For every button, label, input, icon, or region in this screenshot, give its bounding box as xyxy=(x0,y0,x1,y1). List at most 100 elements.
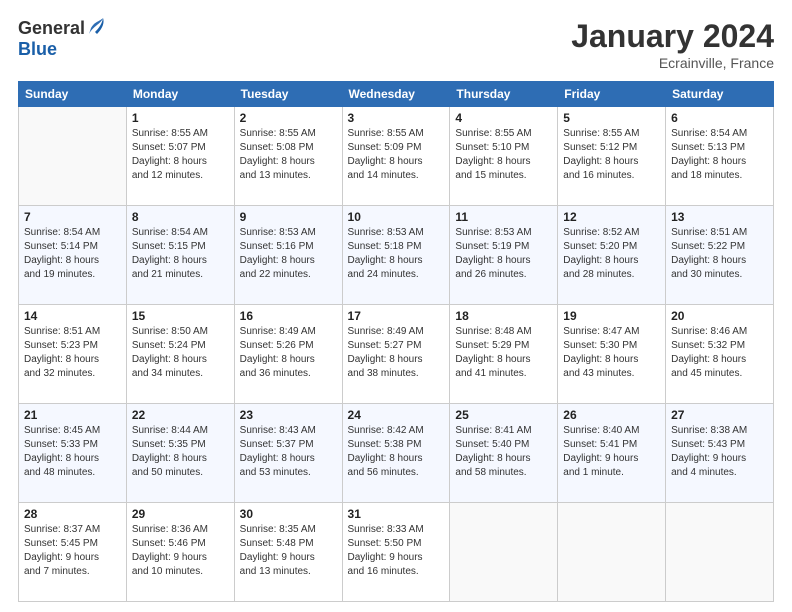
weekday-header-monday: Monday xyxy=(126,82,234,107)
calendar-cell: 21 Sunrise: 8:45 AM Sunset: 5:33 PM Dayli… xyxy=(19,404,127,503)
day-info: Sunrise: 8:51 AM Sunset: 5:22 PM Dayligh… xyxy=(671,227,747,280)
day-info: Sunrise: 8:54 AM Sunset: 5:14 PM Dayligh… xyxy=(24,227,100,280)
calendar-cell: 30Sunrise: 8:35 AM Sunset: 5:48 PM Dayli… xyxy=(234,503,342,602)
week-row-5: 28Sunrise: 8:37 AM Sunset: 5:45 PM Dayli… xyxy=(19,503,774,602)
calendar-cell: 12 Sunrise: 8:52 AM Sunset: 5:20 PM Dayli… xyxy=(558,206,666,305)
weekday-header-wednesday: Wednesday xyxy=(342,82,450,107)
logo-general-text: General xyxy=(18,19,85,39)
calendar-cell: 3 Sunrise: 8:55 AM Sunset: 5:09 PM Daylig… xyxy=(342,107,450,206)
day-number: 3 xyxy=(348,111,445,125)
day-number: 15 xyxy=(132,309,229,323)
calendar-cell: 16Sunrise: 8:49 AM Sunset: 5:26 PM Dayli… xyxy=(234,305,342,404)
day-info: Sunrise: 8:51 AM Sunset: 5:23 PM Dayligh… xyxy=(24,326,100,379)
day-number: 20 xyxy=(671,309,768,323)
calendar-cell: 8 Sunrise: 8:54 AM Sunset: 5:15 PM Daylig… xyxy=(126,206,234,305)
calendar-cell: 31 Sunrise: 8:33 AM Sunset: 5:50 PM Dayli… xyxy=(342,503,450,602)
day-info: Sunrise: 8:49 AM Sunset: 5:26 PM Dayligh… xyxy=(240,326,316,379)
day-number: 13 xyxy=(671,210,768,224)
month-title: January 2024 xyxy=(571,18,774,55)
week-row-4: 21 Sunrise: 8:45 AM Sunset: 5:33 PM Dayli… xyxy=(19,404,774,503)
day-number: 31 xyxy=(348,507,445,521)
header: General Blue January 2024 Ecrainville, F… xyxy=(18,18,774,71)
calendar-cell: 20 Sunrise: 8:46 AM Sunset: 5:32 PM Dayli… xyxy=(666,305,774,404)
day-info: Sunrise: 8:38 AM Sunset: 5:43 PM Dayligh… xyxy=(671,425,747,478)
calendar-cell: 23 Sunrise: 8:43 AM Sunset: 5:37 PM Dayli… xyxy=(234,404,342,503)
day-number: 4 xyxy=(455,111,552,125)
logo-bird-icon xyxy=(87,16,105,38)
day-number: 17 xyxy=(348,309,445,323)
weekday-header-sunday: Sunday xyxy=(19,82,127,107)
week-row-1: 1 Sunrise: 8:55 AM Sunset: 5:07 PM Daylig… xyxy=(19,107,774,206)
day-info: Sunrise: 8:55 AM Sunset: 5:07 PM Dayligh… xyxy=(132,128,208,181)
day-info: Sunrise: 8:44 AM Sunset: 5:35 PM Dayligh… xyxy=(132,425,208,478)
day-number: 7 xyxy=(24,210,121,224)
title-area: January 2024 Ecrainville, France xyxy=(571,18,774,71)
day-number: 9 xyxy=(240,210,337,224)
day-number: 29 xyxy=(132,507,229,521)
calendar-cell: 5Sunrise: 8:55 AM Sunset: 5:12 PM Daylig… xyxy=(558,107,666,206)
location: Ecrainville, France xyxy=(571,55,774,71)
day-info: Sunrise: 8:55 AM Sunset: 5:09 PM Dayligh… xyxy=(348,128,424,181)
day-number: 23 xyxy=(240,408,337,422)
calendar-cell xyxy=(666,503,774,602)
day-number: 2 xyxy=(240,111,337,125)
logo: General Blue xyxy=(18,18,105,60)
calendar-cell: 26 Sunrise: 8:40 AM Sunset: 5:41 PM Dayli… xyxy=(558,404,666,503)
calendar-cell xyxy=(450,503,558,602)
day-info: Sunrise: 8:54 AM Sunset: 5:15 PM Dayligh… xyxy=(132,227,208,280)
calendar-cell: 14 Sunrise: 8:51 AM Sunset: 5:23 PM Dayli… xyxy=(19,305,127,404)
day-number: 27 xyxy=(671,408,768,422)
calendar-cell: 25 Sunrise: 8:41 AM Sunset: 5:40 PM Dayli… xyxy=(450,404,558,503)
calendar-cell: 13 Sunrise: 8:51 AM Sunset: 5:22 PM Dayli… xyxy=(666,206,774,305)
day-info: Sunrise: 8:54 AM Sunset: 5:13 PM Dayligh… xyxy=(671,128,747,181)
calendar-cell: 1 Sunrise: 8:55 AM Sunset: 5:07 PM Daylig… xyxy=(126,107,234,206)
calendar-cell: 28Sunrise: 8:37 AM Sunset: 5:45 PM Dayli… xyxy=(19,503,127,602)
day-number: 24 xyxy=(348,408,445,422)
day-number: 18 xyxy=(455,309,552,323)
day-number: 21 xyxy=(24,408,121,422)
day-number: 8 xyxy=(132,210,229,224)
calendar-cell xyxy=(558,503,666,602)
day-number: 30 xyxy=(240,507,337,521)
day-number: 10 xyxy=(348,210,445,224)
day-info: Sunrise: 8:45 AM Sunset: 5:33 PM Dayligh… xyxy=(24,425,100,478)
day-info: Sunrise: 8:33 AM Sunset: 5:50 PM Dayligh… xyxy=(348,524,424,577)
day-info: Sunrise: 8:55 AM Sunset: 5:08 PM Dayligh… xyxy=(240,128,316,181)
day-number: 26 xyxy=(563,408,660,422)
calendar-cell: 2 Sunrise: 8:55 AM Sunset: 5:08 PM Daylig… xyxy=(234,107,342,206)
day-info: Sunrise: 8:49 AM Sunset: 5:27 PM Dayligh… xyxy=(348,326,424,379)
weekday-header-row: SundayMondayTuesdayWednesdayThursdayFrid… xyxy=(19,82,774,107)
calendar-cell: 4 Sunrise: 8:55 AM Sunset: 5:10 PM Daylig… xyxy=(450,107,558,206)
day-info: Sunrise: 8:40 AM Sunset: 5:41 PM Dayligh… xyxy=(563,425,639,478)
calendar-cell xyxy=(19,107,127,206)
day-number: 14 xyxy=(24,309,121,323)
calendar-cell: 19 Sunrise: 8:47 AM Sunset: 5:30 PM Dayli… xyxy=(558,305,666,404)
weekday-header-saturday: Saturday xyxy=(666,82,774,107)
day-number: 19 xyxy=(563,309,660,323)
week-row-2: 7 Sunrise: 8:54 AM Sunset: 5:14 PM Daylig… xyxy=(19,206,774,305)
day-number: 1 xyxy=(132,111,229,125)
calendar-cell: 29 Sunrise: 8:36 AM Sunset: 5:46 PM Dayli… xyxy=(126,503,234,602)
day-info: Sunrise: 8:46 AM Sunset: 5:32 PM Dayligh… xyxy=(671,326,747,379)
weekday-header-friday: Friday xyxy=(558,82,666,107)
day-info: Sunrise: 8:42 AM Sunset: 5:38 PM Dayligh… xyxy=(348,425,424,478)
day-info: Sunrise: 8:52 AM Sunset: 5:20 PM Dayligh… xyxy=(563,227,639,280)
day-number: 11 xyxy=(455,210,552,224)
logo-blue-text: Blue xyxy=(18,40,105,60)
page: General Blue January 2024 Ecrainville, F… xyxy=(0,0,792,612)
calendar-cell: 6Sunrise: 8:54 AM Sunset: 5:13 PM Daylig… xyxy=(666,107,774,206)
day-number: 12 xyxy=(563,210,660,224)
calendar-cell: 7 Sunrise: 8:54 AM Sunset: 5:14 PM Daylig… xyxy=(19,206,127,305)
day-info: Sunrise: 8:47 AM Sunset: 5:30 PM Dayligh… xyxy=(563,326,639,379)
day-number: 25 xyxy=(455,408,552,422)
day-info: Sunrise: 8:55 AM Sunset: 5:10 PM Dayligh… xyxy=(455,128,531,181)
calendar-cell: 17 Sunrise: 8:49 AM Sunset: 5:27 PM Dayli… xyxy=(342,305,450,404)
calendar-table: SundayMondayTuesdayWednesdayThursdayFrid… xyxy=(18,81,774,602)
day-info: Sunrise: 8:36 AM Sunset: 5:46 PM Dayligh… xyxy=(132,524,208,577)
day-info: Sunrise: 8:53 AM Sunset: 5:18 PM Dayligh… xyxy=(348,227,424,280)
day-info: Sunrise: 8:50 AM Sunset: 5:24 PM Dayligh… xyxy=(132,326,208,379)
weekday-header-thursday: Thursday xyxy=(450,82,558,107)
day-info: Sunrise: 8:41 AM Sunset: 5:40 PM Dayligh… xyxy=(455,425,531,478)
day-info: Sunrise: 8:43 AM Sunset: 5:37 PM Dayligh… xyxy=(240,425,316,478)
day-number: 22 xyxy=(132,408,229,422)
